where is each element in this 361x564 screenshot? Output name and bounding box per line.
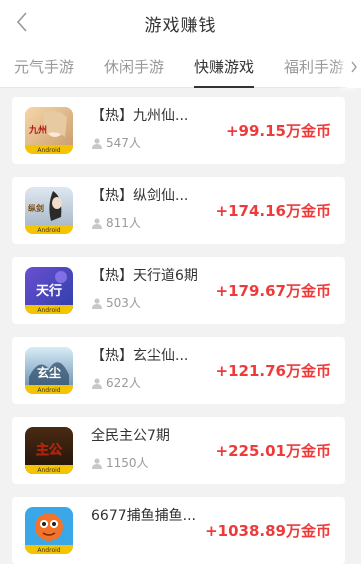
coin-reward: +99.15万金币	[225, 122, 331, 140]
game-card[interactable]: 天行 Android 【热】天行道6期 503人 +179.67万金币	[12, 257, 345, 324]
svg-text:主公: 主公	[36, 442, 62, 458]
page-title: 游戏赚钱	[144, 15, 217, 36]
user-icon	[92, 377, 102, 389]
player-count: 503人	[91, 294, 141, 311]
android-badge: Android	[37, 387, 60, 394]
svg-text:玄尘: 玄尘	[37, 365, 61, 380]
game-icon: 纵剑 Android	[25, 187, 73, 234]
svg-text:九州: 九州	[28, 124, 47, 136]
app-header: 游戏赚钱	[0, 0, 361, 46]
svg-text:天行: 天行	[36, 283, 62, 299]
back-button[interactable]	[8, 8, 36, 36]
player-count-text: 547人	[106, 136, 141, 150]
tab-fuli[interactable]: 福利手游	[284, 46, 344, 88]
chevron-right-icon	[351, 61, 357, 73]
android-badge: Android	[37, 227, 60, 234]
game-card[interactable]: 九州 Android 【热】九州仙... 547人 +99.15万金币	[12, 97, 345, 164]
chevron-left-icon	[16, 12, 27, 32]
android-badge: Android	[37, 147, 60, 154]
user-icon	[92, 137, 102, 149]
game-name: 【热】纵剑仙...	[91, 188, 189, 204]
android-badge: Android	[37, 547, 60, 554]
player-count: 811人	[91, 214, 141, 231]
game-icon: Android	[25, 507, 73, 554]
player-count-text: 811人	[106, 216, 141, 230]
game-name: 全民主公7期	[91, 428, 170, 444]
game-name: 【热】天行道6期	[91, 268, 198, 284]
player-count: 622人	[91, 374, 141, 391]
user-icon	[92, 297, 102, 309]
game-icon: 天行 Android	[25, 267, 73, 314]
player-count: 547人	[91, 134, 141, 151]
player-count-text: 1150人	[106, 456, 149, 470]
game-card[interactable]: 纵剑 Android 【热】纵剑仙... 811人 +174.16万金币	[12, 177, 345, 244]
tabs-more-button[interactable]	[347, 46, 361, 88]
category-tabs: 元气手游 休闲手游 快赚游戏 福利手游	[0, 46, 361, 88]
android-badge: Android	[37, 467, 60, 474]
game-name: 【热】九州仙...	[91, 108, 189, 124]
game-icon: 主公 Android	[25, 427, 73, 474]
svg-text:纵剑: 纵剑	[28, 203, 44, 213]
game-icon: 玄尘 Android	[25, 347, 73, 394]
user-icon	[92, 457, 102, 469]
game-name: 6677捕鱼捕鱼...	[91, 508, 196, 524]
tab-yuanqi[interactable]: 元气手游	[14, 46, 74, 88]
coin-reward: +121.76万金币	[215, 362, 331, 380]
player-count-text: 622人	[106, 376, 141, 390]
player-count: 1150人	[91, 454, 149, 471]
game-name: 【热】玄尘仙...	[91, 348, 189, 364]
android-badge: Android	[37, 307, 60, 314]
coin-reward: +225.01万金币	[215, 442, 331, 460]
user-icon	[92, 217, 102, 229]
tab-kuaizhuan[interactable]: 快赚游戏	[194, 46, 255, 88]
tab-xiuxian[interactable]: 休闲手游	[104, 46, 164, 88]
game-card[interactable]: 主公 Android 全民主公7期 1150人 +225.01万金币	[12, 417, 345, 484]
game-card[interactable]: Android 6677捕鱼捕鱼... +1038.89万金币	[12, 497, 345, 564]
coin-reward: +174.16万金币	[215, 202, 331, 220]
game-card[interactable]: 玄尘 Android 【热】玄尘仙... 622人 +121.76万金币	[12, 337, 345, 404]
coin-reward: +179.67万金币	[215, 282, 331, 300]
player-count-text: 503人	[106, 296, 141, 310]
game-icon: 九州 Android	[25, 107, 73, 154]
coin-reward: +1038.89万金币	[205, 522, 331, 540]
